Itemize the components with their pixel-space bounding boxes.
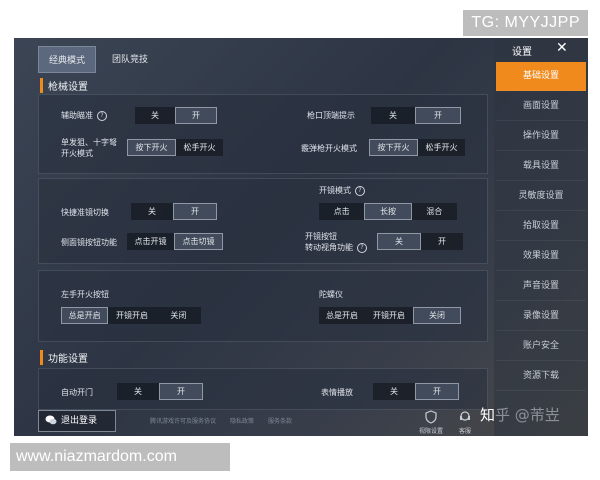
sidebar-title: 设置 <box>512 47 532 58</box>
scope-mode-hold[interactable]: 长按 <box>364 203 412 220</box>
auto-door-toggle: 关 开 <box>117 383 203 400</box>
sidebar-header: 设置 ✕ <box>494 38 588 60</box>
side-scope-label: 侧面镜按钮功能 <box>61 238 117 247</box>
auto-door-off[interactable]: 关 <box>117 383 159 400</box>
logout-label: 退出登录 <box>61 416 98 426</box>
muzzle-hint-on[interactable]: 开 <box>415 107 461 124</box>
panel-weapon-3: 左手开火按钮 总是开启 开镜开启 关闭 陀螺仪 总是开启 开镜开启 关闭 <box>38 270 488 342</box>
single-fire-label: 单发狙、十字弩 开火模式 <box>61 138 117 158</box>
shotgun-fire-press[interactable]: 按下开火 <box>369 139 418 156</box>
settings-sidebar: 设置 ✕ 基础设置 画面设置 操作设置 载具设置 灵敏度设置 拾取设置 效果设置… <box>494 38 588 436</box>
gyroscope-always[interactable]: 总是开启 <box>319 307 365 324</box>
customer-service-label: 客服 <box>458 428 471 435</box>
section-function-title: 功能设置 <box>40 350 88 365</box>
emote-play-off[interactable]: 关 <box>373 383 415 400</box>
footer-link-license[interactable]: 腾讯游戏许可及服务协议 <box>150 416 216 425</box>
help-icon[interactable]: ? <box>357 242 367 253</box>
game-settings-screen: 经典模式 团队竞技 枪械设置 辅助瞄准? 关 开 枪口顶端提示 关 开 单发狙、… <box>14 38 588 436</box>
sidebar-item-account[interactable]: 账户安全 <box>496 332 586 361</box>
sidebar-item-download[interactable]: 资源下载 <box>496 362 586 391</box>
sidebar-item-basic[interactable]: 基础设置 <box>496 62 586 91</box>
scope-button-label: 开镜按钮 转动视角功能? <box>305 231 367 253</box>
wechat-icon <box>45 415 57 425</box>
scope-mode-mixed[interactable]: 混合 <box>412 203 457 220</box>
single-fire-toggle: 按下开火 松手开火 <box>127 139 223 156</box>
help-icon[interactable]: ? <box>355 185 365 196</box>
headset-icon <box>460 411 470 421</box>
aim-assist-label: 辅助瞄准? <box>61 110 107 121</box>
scope-button-off[interactable]: 关 <box>377 233 421 250</box>
left-fire-off[interactable]: 关闭 <box>156 307 201 324</box>
shotgun-fire-release[interactable]: 松手开火 <box>418 139 465 156</box>
sidebar-item-recording[interactable]: 录像设置 <box>496 302 586 331</box>
quick-scope-off[interactable]: 关 <box>131 203 173 220</box>
aim-assist-toggle: 关 开 <box>135 107 217 124</box>
aim-assist-on[interactable]: 开 <box>175 107 217 124</box>
emote-play-label: 表情播放 <box>321 388 353 397</box>
scope-button-toggle: 关 开 <box>377 233 463 250</box>
scope-button-on[interactable]: 开 <box>421 233 463 250</box>
scope-mode-tap[interactable]: 点击 <box>319 203 364 220</box>
privacy-settings-button[interactable]: 视限设置 <box>416 410 446 435</box>
sidebar-item-pickup[interactable]: 拾取设置 <box>496 212 586 241</box>
left-fire-scope[interactable]: 开镜开启 <box>108 307 155 324</box>
shotgun-fire-label: 霰弹枪开火模式 <box>301 144 357 153</box>
panel-weapon-1: 辅助瞄准? 关 开 枪口顶端提示 关 开 单发狙、十字弩 开火模式 按下开火 松手… <box>38 94 488 174</box>
auto-door-label: 自动开门 <box>61 388 93 397</box>
scope-mode-toggle: 点击 长按 混合 <box>319 203 457 220</box>
sidebar-item-sensitivity[interactable]: 灵敏度设置 <box>496 182 586 211</box>
privacy-settings-label: 视限设置 <box>418 428 443 435</box>
scope-mode-label: 开镜模式? <box>319 185 365 196</box>
shotgun-fire-toggle: 按下开火 松手开火 <box>369 139 465 156</box>
sidebar-item-vehicle[interactable]: 载具设置 <box>496 152 586 181</box>
close-icon[interactable]: ✕ <box>556 40 568 56</box>
logout-button[interactable]: 退出登录 <box>38 410 116 432</box>
shield-icon <box>425 410 437 424</box>
left-fire-label: 左手开火按钮 <box>61 290 109 299</box>
gyroscope-off[interactable]: 关闭 <box>413 307 461 324</box>
side-scope-switch[interactable]: 点击切镜 <box>174 233 223 250</box>
quick-scope-toggle: 关 开 <box>131 203 217 220</box>
gyroscope-toggle: 总是开启 开镜开启 关闭 <box>319 307 461 324</box>
sidebar-item-sound[interactable]: 声音设置 <box>496 272 586 301</box>
sidebar-item-graphics[interactable]: 画面设置 <box>496 92 586 121</box>
single-fire-release[interactable]: 松手开火 <box>176 139 223 156</box>
side-scope-toggle: 点击开镜 点击切镜 <box>127 233 223 250</box>
aim-assist-off[interactable]: 关 <box>135 107 175 124</box>
tab-classic[interactable]: 经典模式 <box>38 46 97 73</box>
section-weapon-title: 枪械设置 <box>40 78 88 93</box>
footer-link-privacy[interactable]: 隐私政策 <box>230 416 254 425</box>
help-icon[interactable]: ? <box>97 110 107 121</box>
gyroscope-label: 陀螺仪 <box>319 290 343 299</box>
tab-team[interactable]: 团队竞技 <box>102 46 158 73</box>
footer-link-terms[interactable]: 服务条款 <box>268 416 292 425</box>
customer-service-button[interactable]: 客服 <box>450 410 480 435</box>
side-scope-open[interactable]: 点击开镜 <box>127 233 174 250</box>
left-fire-toggle: 总是开启 开镜开启 关闭 <box>61 307 201 324</box>
mode-tabs: 经典模式 团队竞技 <box>38 46 158 73</box>
auto-door-on[interactable]: 开 <box>159 383 203 400</box>
muzzle-hint-label: 枪口顶端提示 <box>307 111 355 120</box>
gyroscope-scope[interactable]: 开镜开启 <box>365 307 413 324</box>
muzzle-hint-toggle: 关 开 <box>371 107 461 124</box>
emote-play-toggle: 关 开 <box>373 383 459 400</box>
sidebar-item-effects[interactable]: 效果设置 <box>496 242 586 271</box>
muzzle-hint-off[interactable]: 关 <box>371 107 415 124</box>
sidebar-item-controls[interactable]: 操作设置 <box>496 122 586 151</box>
panel-weapon-2: 快捷准镜切换 关 开 开镜模式? 点击 长按 混合 侧面镜按钮功能 点击开镜 点… <box>38 178 488 264</box>
watermark-top: TG: MYYJJPP <box>463 10 588 36</box>
left-fire-always[interactable]: 总是开启 <box>61 307 109 324</box>
watermark-bottom: www.niazmardom.com <box>10 443 230 471</box>
emote-play-on[interactable]: 开 <box>415 383 459 400</box>
quick-scope-on[interactable]: 开 <box>173 203 217 220</box>
quick-scope-label: 快捷准镜切换 <box>61 208 109 217</box>
single-fire-press[interactable]: 按下开火 <box>127 139 176 156</box>
panel-function: 自动开门 关 开 表情播放 关 开 <box>38 368 488 410</box>
